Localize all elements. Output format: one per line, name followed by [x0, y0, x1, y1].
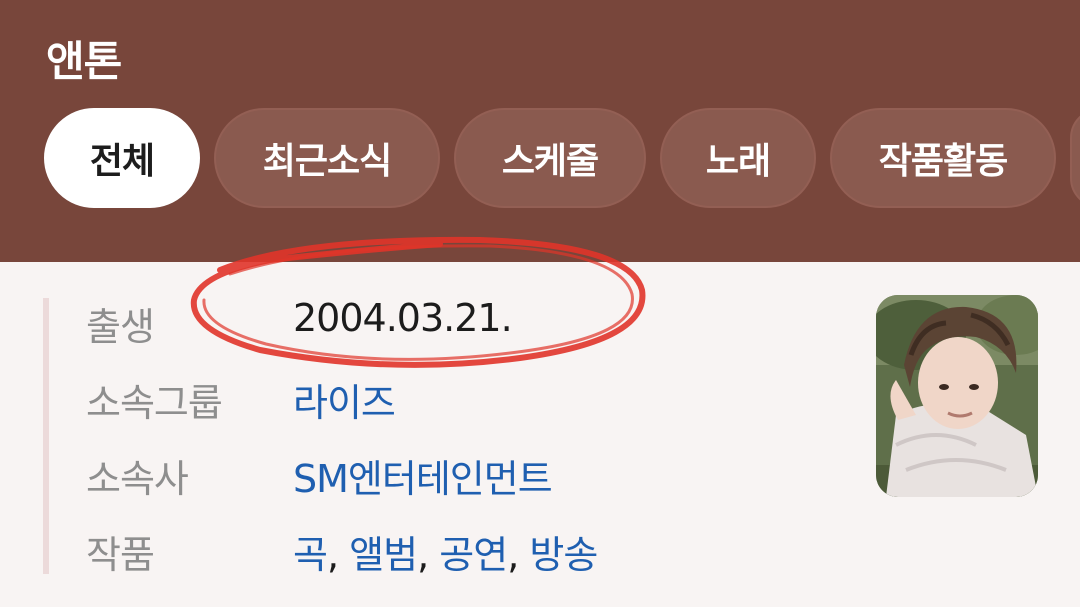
works-separator: , — [417, 533, 429, 577]
group-row: 소속그룹 라이즈 — [0, 372, 860, 432]
tab-recent-news[interactable]: 최근소식 — [214, 108, 440, 208]
works-label: 작품 — [86, 533, 155, 577]
agency-row: 소속사 SM엔터테인먼트 — [0, 448, 860, 508]
group-label: 소속그룹 — [86, 381, 223, 425]
tab-schedule[interactable]: 스케줄 — [454, 108, 646, 208]
agency-value: SM엔터테인먼트 — [293, 448, 553, 503]
profile-header: 앤톤 전체 최근소식 스케줄 노래 작품활동 — [0, 0, 1080, 262]
tab-works[interactable]: 작품활동 — [830, 108, 1056, 208]
birth-row: 출생 2004.03.21. — [0, 296, 860, 356]
profile-photo-image — [876, 295, 1038, 497]
page-title: 앤톤 — [46, 37, 122, 86]
works-separator: , — [507, 533, 519, 577]
works-link-performance[interactable]: 공연 — [439, 533, 508, 577]
works-link-song[interactable]: 곡 — [293, 533, 328, 577]
birth-label: 출생 — [86, 305, 155, 349]
group-link[interactable]: 라이즈 — [293, 381, 396, 425]
works-row: 작품 곡, 앨범, 공연, 방송 — [0, 524, 860, 584]
group-value: 라이즈 — [293, 372, 396, 427]
works-separator: , — [326, 533, 339, 577]
agency-link[interactable]: SM엔터테인먼트 — [293, 457, 553, 501]
works-link-album[interactable]: 앨범 — [349, 533, 418, 577]
works-value: 곡, 앨범, 공연, 방송 — [293, 524, 598, 579]
tab-more-partial[interactable] — [1070, 108, 1080, 208]
works-link-broadcast[interactable]: 방송 — [529, 533, 598, 577]
profile-photo[interactable] — [876, 295, 1038, 497]
category-tabs: 전체 최근소식 스케줄 노래 작품활동 — [0, 108, 1080, 212]
tab-all[interactable]: 전체 — [44, 108, 200, 208]
agency-label: 소속사 — [86, 457, 189, 501]
birth-value: 2004.03.21. — [293, 296, 513, 340]
tab-songs[interactable]: 노래 — [660, 108, 816, 208]
